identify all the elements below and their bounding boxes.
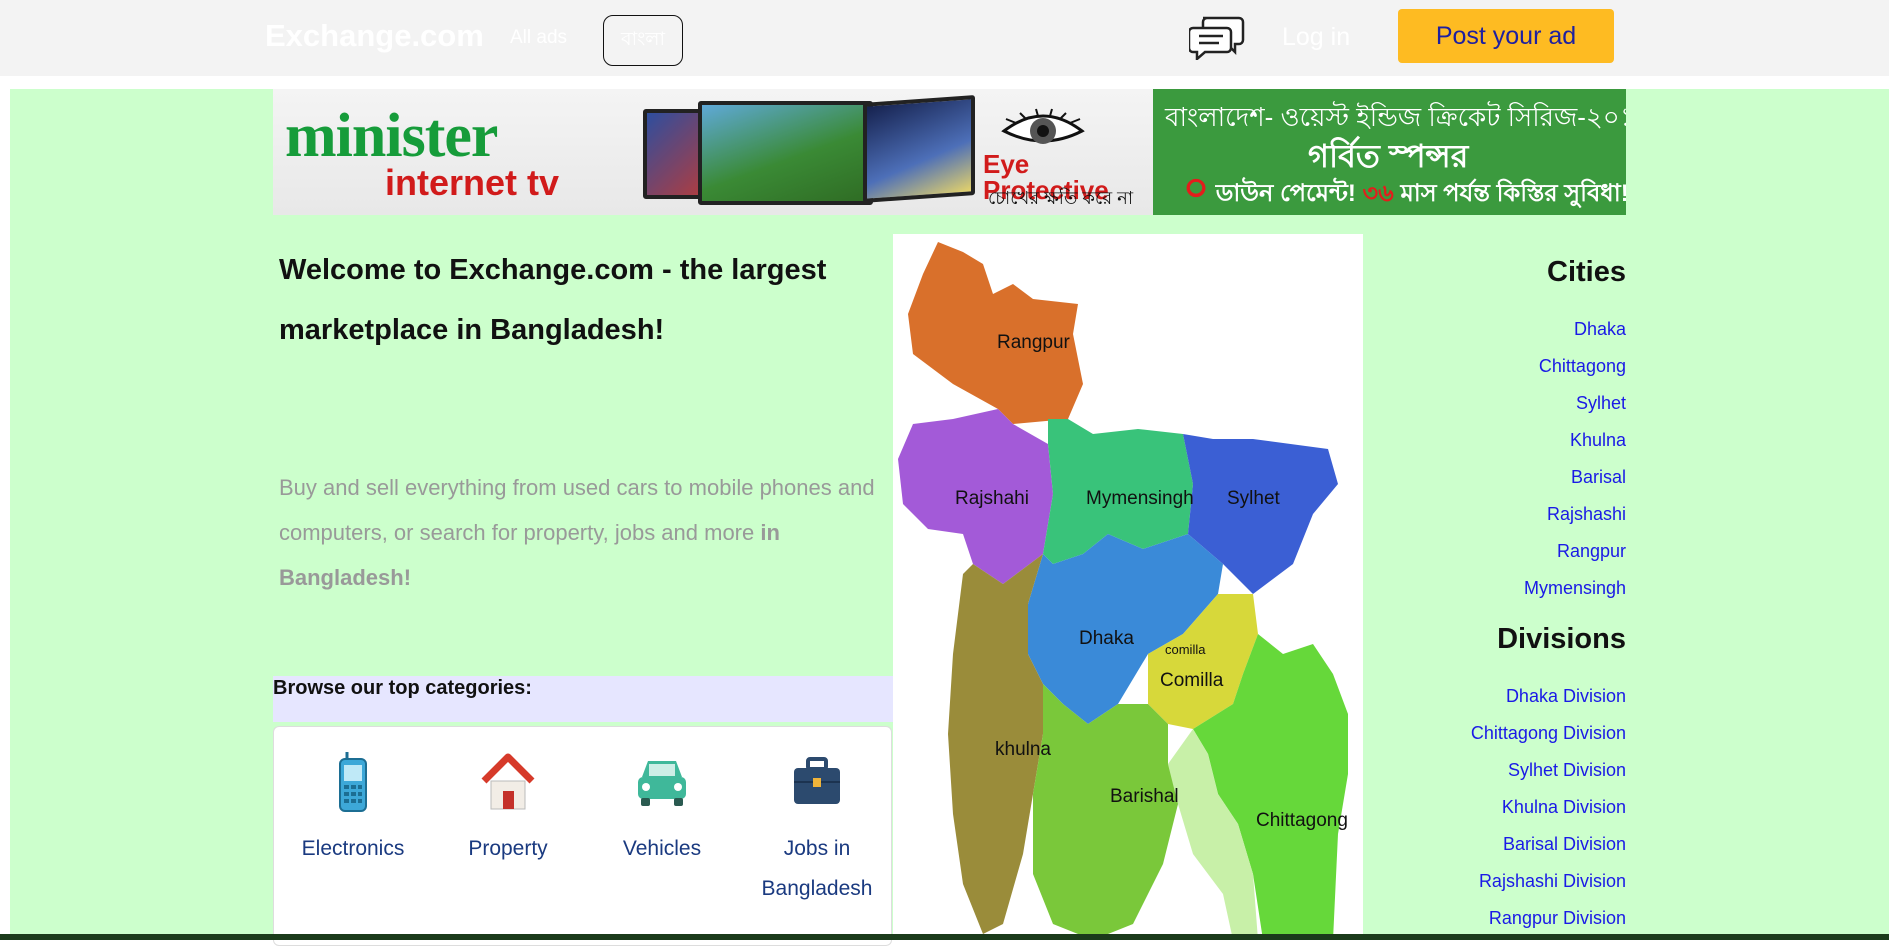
map-label-comilla: Comilla bbox=[1160, 670, 1224, 691]
city-link[interactable]: Dhaka bbox=[1400, 311, 1626, 348]
category-label: Property bbox=[468, 837, 548, 860]
category-label: Jobs in Bangladesh bbox=[761, 837, 873, 900]
banner-product: internet tv bbox=[385, 162, 560, 203]
description-text: Buy and sell everything from used cars t… bbox=[279, 475, 875, 545]
welcome-heading: Welcome to Exchange.com - the largest ma… bbox=[279, 254, 827, 346]
division-link[interactable]: Rajshashi Division bbox=[1400, 863, 1626, 900]
login-link[interactable]: Log in bbox=[1282, 23, 1350, 52]
eye-icon bbox=[1001, 108, 1085, 144]
categories-panel: Electronics Property Vehicles Jobs in Ba… bbox=[273, 726, 892, 946]
banner-brand: minister bbox=[285, 102, 498, 170]
division-link[interactable]: Sylhet Division bbox=[1400, 752, 1626, 789]
map-label-rangpur: Rangpur bbox=[997, 332, 1070, 353]
category-electronics[interactable]: Electronics bbox=[283, 751, 423, 869]
city-link[interactable]: Mymensingh bbox=[1400, 570, 1626, 607]
division-link[interactable]: Dhaka Division bbox=[1400, 678, 1626, 715]
division-link[interactable]: Chittagong Division bbox=[1400, 715, 1626, 752]
category-property[interactable]: Property bbox=[438, 751, 578, 869]
map-label-comilla-small: comilla bbox=[1165, 642, 1206, 657]
bangladesh-map[interactable]: Rangpur Rajshahi Mymensingh Sylhet Dhaka… bbox=[893, 234, 1363, 940]
division-link[interactable]: Rangpur Division bbox=[1400, 900, 1626, 937]
division-link[interactable]: Barisal Division bbox=[1400, 826, 1626, 863]
city-link[interactable]: Rangpur bbox=[1400, 533, 1626, 570]
advertisement-banner[interactable]: minister internet tv Eye Protective চোখে… bbox=[273, 89, 1626, 215]
banner-zero: ০ bbox=[1183, 166, 1210, 210]
category-jobs[interactable]: Jobs in Bangladesh bbox=[747, 751, 887, 909]
map-label-rajshahi: Rajshahi bbox=[955, 488, 1029, 509]
city-link[interactable]: Khulna bbox=[1400, 422, 1626, 459]
language-toggle-button[interactable]: বাংলা bbox=[603, 15, 683, 66]
city-link[interactable]: Barisal bbox=[1400, 459, 1626, 496]
divisions-heading: Divisions bbox=[1497, 623, 1626, 655]
car-icon bbox=[638, 761, 686, 806]
banner-sponsor-section: বাংলাদেশ- ওয়েস্ট ইন্ডিজ ক্রিকেট সিরিজ-২… bbox=[1153, 89, 1626, 215]
division-link[interactable]: Khulna Division bbox=[1400, 789, 1626, 826]
banner-eye-subtitle: চোখের ক্ষতি করে না bbox=[988, 188, 1134, 208]
top-navbar: Exchange.com All ads বাংলা Log in Post y… bbox=[0, 0, 1889, 76]
map-label-chittagong: Chittagong bbox=[1256, 810, 1348, 831]
chat-icon[interactable] bbox=[1189, 14, 1245, 60]
banner-text-c: মাস পর্যন্ত কিস্তির সুবিধা! bbox=[1400, 180, 1626, 207]
cities-heading: Cities bbox=[1547, 256, 1626, 288]
house-icon bbox=[481, 753, 535, 810]
welcome-description: Buy and sell everything from used cars t… bbox=[279, 465, 899, 600]
city-link[interactable]: Sylhet bbox=[1400, 385, 1626, 422]
map-label-khulna: khulna bbox=[995, 739, 1051, 760]
category-label: Electronics bbox=[301, 837, 405, 860]
category-vehicles[interactable]: Vehicles bbox=[592, 751, 732, 869]
map-label-mymensingh: Mymensingh bbox=[1086, 488, 1194, 509]
site-logo[interactable]: Exchange.com bbox=[265, 18, 484, 54]
category-label: Vehicles bbox=[622, 837, 702, 860]
bangladesh-map-image bbox=[898, 242, 1348, 940]
post-ad-button[interactable]: Post your ad bbox=[1398, 9, 1614, 63]
briefcase-icon bbox=[794, 757, 840, 804]
banner-text-a: ডাউন পেমেন্ট! bbox=[1215, 180, 1356, 207]
city-link[interactable]: Chittagong bbox=[1400, 348, 1626, 385]
tv-image bbox=[863, 95, 975, 203]
categories-header: Browse our top categories: bbox=[273, 676, 893, 722]
tv-image bbox=[698, 101, 873, 205]
map-label-dhaka: Dhaka bbox=[1079, 628, 1134, 649]
city-link[interactable]: Rajshashi bbox=[1400, 496, 1626, 533]
location-sidebar: Cities Dhaka Chittagong Sylhet Khulna Ba… bbox=[1400, 240, 1626, 937]
mobile-phone-icon bbox=[339, 752, 367, 812]
map-label-barishal: Barishal bbox=[1110, 786, 1179, 807]
all-ads-link[interactable]: All ads bbox=[510, 27, 567, 49]
banner-tv-section: minister internet tv Eye Protective চোখে… bbox=[273, 89, 1153, 215]
categories-heading: Browse our top categories: bbox=[273, 677, 532, 699]
banner-text-b: ৩৬ bbox=[1362, 180, 1394, 207]
banner-sponsor-line3: ০ ডাউন পেমেন্ট! ৩৬ মাস পর্যন্ত কিস্তির স… bbox=[1183, 168, 1626, 215]
bottom-scroll-edge bbox=[0, 934, 1889, 940]
map-label-sylhet: Sylhet bbox=[1227, 488, 1280, 509]
